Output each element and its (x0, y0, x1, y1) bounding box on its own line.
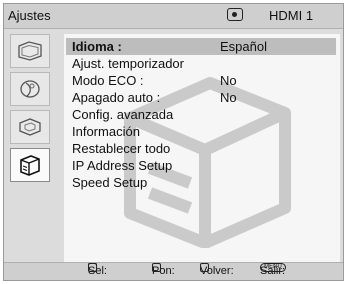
sound-settings-icon (20, 80, 40, 98)
menu-item-label: Config. avanzada (72, 107, 174, 122)
menu-item-label: Restablecer todo (72, 141, 171, 156)
menu-title: Ajustes (8, 8, 51, 23)
key-guide-bar: Sel: Pon: Volver: Salir: MENU (4, 262, 343, 280)
menu-item-label: Speed Setup (72, 175, 148, 190)
input-source-label: HDMI 1 (269, 8, 314, 23)
menu-item-value: No (220, 73, 237, 88)
menu-item-label: Información (72, 124, 140, 139)
menu-key-icon: MENU (260, 263, 286, 272)
menu-item-idioma[interactable]: Idioma : Español (66, 38, 336, 55)
settings-panel: Idioma : Español Ajust. temporizador Mod… (64, 34, 340, 266)
picture-settings-icon (18, 41, 42, 61)
menu-item-label: IP Address Setup (72, 158, 173, 173)
menu-item-value: No (220, 90, 237, 105)
menu-item-label: Idioma : (72, 39, 122, 54)
menu-item-label: Ajust. temporizador (72, 56, 184, 71)
menu-item-value: Español (220, 39, 267, 54)
menu-item-label: Apagado auto : (72, 90, 161, 105)
tab-channel[interactable] (10, 110, 50, 144)
settings-screen: Ajustes HDMI 1 Idioma: Español Ajust. t… (3, 3, 344, 281)
title-bar: Ajustes HDMI 1 (4, 4, 343, 29)
tab-sound[interactable] (10, 72, 50, 106)
menu-item-config-avanzada[interactable]: Config. avanzada (72, 106, 334, 123)
input-source-icon (227, 8, 243, 21)
menu-item-ip-address[interactable]: IP Address Setup (72, 157, 334, 174)
category-sidebar (10, 34, 54, 266)
tab-picture[interactable] (10, 34, 50, 68)
setup-toolbox-icon (20, 155, 40, 176)
menu-item-informacion[interactable]: Información (72, 123, 334, 140)
menu-item-restablecer[interactable]: Restablecer todo (72, 140, 334, 157)
enter-key-icon (152, 263, 161, 272)
right-key-icon (88, 263, 97, 272)
menu-item-speed-setup[interactable]: Speed Setup (72, 174, 334, 191)
tab-setup[interactable] (10, 148, 50, 182)
channel-settings-icon (19, 118, 41, 136)
back-key-icon (200, 263, 209, 272)
menu-item-label: Modo ECO : (72, 73, 144, 88)
menu-item-temporizador[interactable]: Ajust. temporizador (72, 55, 334, 72)
menu-item-modo-eco[interactable]: Modo ECO : No (72, 72, 334, 89)
menu-item-apagado-auto[interactable]: Apagado auto : No (72, 89, 334, 106)
